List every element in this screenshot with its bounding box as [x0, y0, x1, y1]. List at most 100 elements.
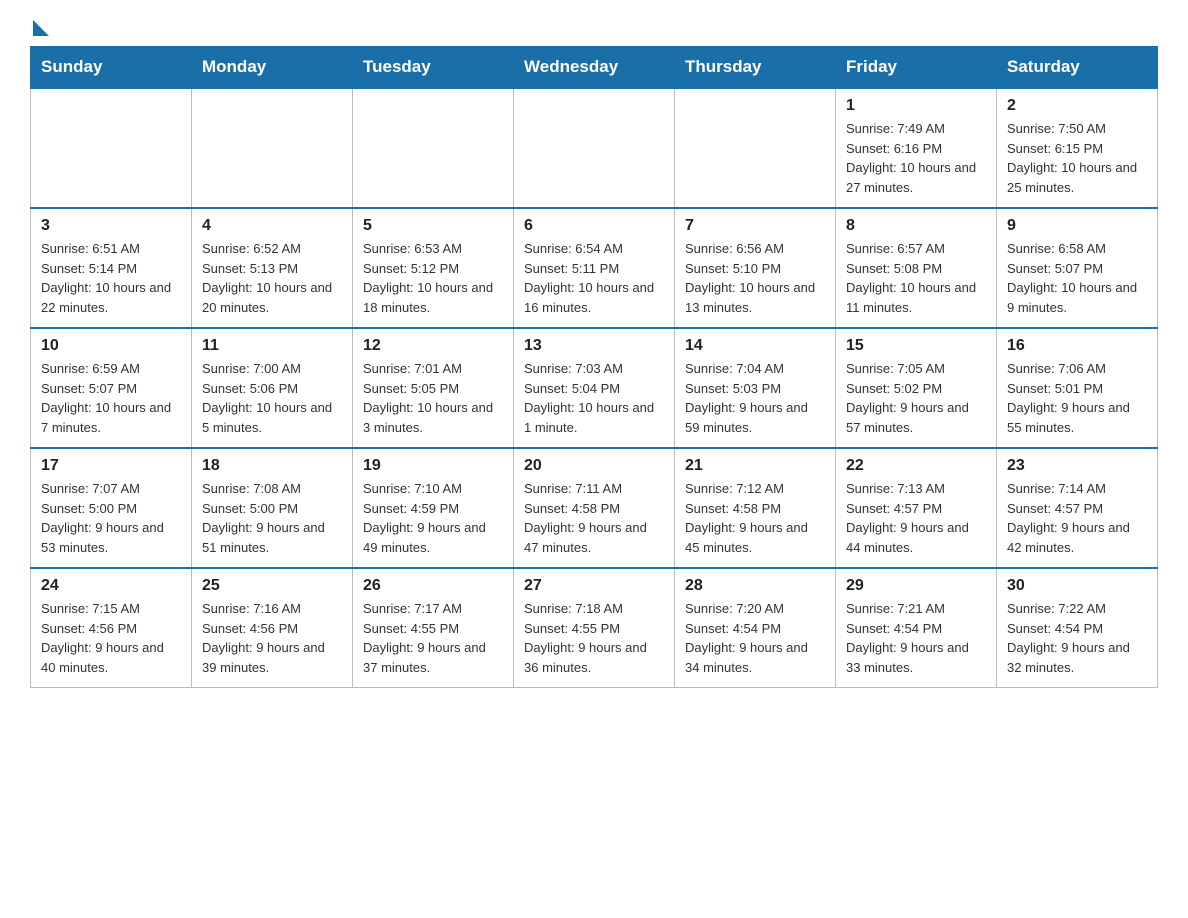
day-number: 19	[363, 457, 503, 475]
day-info: Sunrise: 6:51 AMSunset: 5:14 PMDaylight:…	[41, 239, 181, 317]
calendar-cell: 16Sunrise: 7:06 AMSunset: 5:01 PMDayligh…	[997, 328, 1158, 448]
calendar-cell: 8 Sunrise: 6:57 AMSunset: 5:08 PMDaylight…	[836, 208, 997, 328]
day-info: Sunrise: 7:03 AMSunset: 5:04 PMDaylight:…	[524, 359, 664, 437]
day-number: 3	[41, 217, 181, 235]
calendar-header-friday: Friday	[836, 47, 997, 89]
day-info: Sunrise: 7:15 AMSunset: 4:56 PMDaylight:…	[41, 599, 181, 677]
calendar-cell: 2 Sunrise: 7:50 AMSunset: 6:15 PMDaylight…	[997, 88, 1158, 208]
week-row-2: 3 Sunrise: 6:51 AMSunset: 5:14 PMDaylight…	[31, 208, 1158, 328]
day-number: 2	[1007, 97, 1147, 115]
day-number: 7	[685, 217, 825, 235]
calendar-cell: 15 Sunrise: 7:05 AMSunset: 5:02 PMDayligh…	[836, 328, 997, 448]
calendar-cell: 18Sunrise: 7:08 AMSunset: 5:00 PMDayligh…	[192, 448, 353, 568]
day-info: Sunrise: 7:13 AMSunset: 4:57 PMDaylight:…	[846, 479, 986, 557]
calendar-header-thursday: Thursday	[675, 47, 836, 89]
calendar-table: SundayMondayTuesdayWednesdayThursdayFrid…	[30, 46, 1158, 688]
calendar-cell: 9 Sunrise: 6:58 AMSunset: 5:07 PMDaylight…	[997, 208, 1158, 328]
day-info: Sunrise: 7:11 AMSunset: 4:58 PMDaylight:…	[524, 479, 664, 557]
calendar-cell: 7 Sunrise: 6:56 AMSunset: 5:10 PMDaylight…	[675, 208, 836, 328]
day-number: 14	[685, 337, 825, 355]
day-number: 27	[524, 577, 664, 595]
calendar-cell: 17 Sunrise: 7:07 AMSunset: 5:00 PMDayligh…	[31, 448, 192, 568]
calendar-header-sunday: Sunday	[31, 47, 192, 89]
calendar-cell: 22 Sunrise: 7:13 AMSunset: 4:57 PMDayligh…	[836, 448, 997, 568]
day-info: Sunrise: 7:08 AMSunset: 5:00 PMDaylight:…	[202, 479, 342, 557]
day-info: Sunrise: 7:17 AMSunset: 4:55 PMDaylight:…	[363, 599, 503, 677]
day-info: Sunrise: 7:50 AMSunset: 6:15 PMDaylight:…	[1007, 119, 1147, 197]
day-info: Sunrise: 6:54 AMSunset: 5:11 PMDaylight:…	[524, 239, 664, 317]
week-row-4: 17 Sunrise: 7:07 AMSunset: 5:00 PMDayligh…	[31, 448, 1158, 568]
logo-arrow-icon	[33, 20, 49, 36]
calendar-cell: 6Sunrise: 6:54 AMSunset: 5:11 PMDaylight…	[514, 208, 675, 328]
day-number: 26	[363, 577, 503, 595]
day-info: Sunrise: 7:07 AMSunset: 5:00 PMDaylight:…	[41, 479, 181, 557]
day-number: 10	[41, 337, 181, 355]
week-row-5: 24 Sunrise: 7:15 AMSunset: 4:56 PMDayligh…	[31, 568, 1158, 688]
calendar-cell: 26 Sunrise: 7:17 AMSunset: 4:55 PMDayligh…	[353, 568, 514, 688]
day-info: Sunrise: 6:58 AMSunset: 5:07 PMDaylight:…	[1007, 239, 1147, 317]
logo	[30, 20, 49, 28]
day-number: 15	[846, 337, 986, 355]
day-info: Sunrise: 7:00 AMSunset: 5:06 PMDaylight:…	[202, 359, 342, 437]
day-info: Sunrise: 6:53 AMSunset: 5:12 PMDaylight:…	[363, 239, 503, 317]
day-info: Sunrise: 7:12 AMSunset: 4:58 PMDaylight:…	[685, 479, 825, 557]
day-number: 5	[363, 217, 503, 235]
calendar-cell: 20 Sunrise: 7:11 AMSunset: 4:58 PMDayligh…	[514, 448, 675, 568]
day-info: Sunrise: 7:05 AMSunset: 5:02 PMDaylight:…	[846, 359, 986, 437]
day-info: Sunrise: 7:10 AMSunset: 4:59 PMDaylight:…	[363, 479, 503, 557]
day-number: 21	[685, 457, 825, 475]
calendar-cell	[675, 88, 836, 208]
calendar-cell	[514, 88, 675, 208]
calendar-cell: 12Sunrise: 7:01 AMSunset: 5:05 PMDayligh…	[353, 328, 514, 448]
calendar-cell: 19 Sunrise: 7:10 AMSunset: 4:59 PMDayligh…	[353, 448, 514, 568]
day-info: Sunrise: 7:49 AMSunset: 6:16 PMDaylight:…	[846, 119, 986, 197]
day-info: Sunrise: 7:16 AMSunset: 4:56 PMDaylight:…	[202, 599, 342, 677]
day-number: 25	[202, 577, 342, 595]
calendar-cell: 13 Sunrise: 7:03 AMSunset: 5:04 PMDayligh…	[514, 328, 675, 448]
day-info: Sunrise: 7:20 AMSunset: 4:54 PMDaylight:…	[685, 599, 825, 677]
day-number: 20	[524, 457, 664, 475]
day-number: 11	[202, 337, 342, 355]
day-number: 30	[1007, 577, 1147, 595]
calendar-header-tuesday: Tuesday	[353, 47, 514, 89]
day-info: Sunrise: 6:59 AMSunset: 5:07 PMDaylight:…	[41, 359, 181, 437]
calendar-header-monday: Monday	[192, 47, 353, 89]
day-info: Sunrise: 6:56 AMSunset: 5:10 PMDaylight:…	[685, 239, 825, 317]
day-info: Sunrise: 6:52 AMSunset: 5:13 PMDaylight:…	[202, 239, 342, 317]
calendar-cell: 27 Sunrise: 7:18 AMSunset: 4:55 PMDayligh…	[514, 568, 675, 688]
day-number: 24	[41, 577, 181, 595]
day-number: 28	[685, 577, 825, 595]
calendar-cell: 5 Sunrise: 6:53 AMSunset: 5:12 PMDaylight…	[353, 208, 514, 328]
day-info: Sunrise: 7:14 AMSunset: 4:57 PMDaylight:…	[1007, 479, 1147, 557]
calendar-cell	[31, 88, 192, 208]
calendar-cell: 25 Sunrise: 7:16 AMSunset: 4:56 PMDayligh…	[192, 568, 353, 688]
calendar-cell: 1Sunrise: 7:49 AMSunset: 6:16 PMDaylight…	[836, 88, 997, 208]
day-number: 17	[41, 457, 181, 475]
calendar-cell: 24 Sunrise: 7:15 AMSunset: 4:56 PMDayligh…	[31, 568, 192, 688]
day-info: Sunrise: 7:06 AMSunset: 5:01 PMDaylight:…	[1007, 359, 1147, 437]
day-info: Sunrise: 7:01 AMSunset: 5:05 PMDaylight:…	[363, 359, 503, 437]
calendar-cell: 3 Sunrise: 6:51 AMSunset: 5:14 PMDaylight…	[31, 208, 192, 328]
calendar-cell	[192, 88, 353, 208]
calendar-cell: 4Sunrise: 6:52 AMSunset: 5:13 PMDaylight…	[192, 208, 353, 328]
day-number: 9	[1007, 217, 1147, 235]
calendar-cell: 10 Sunrise: 6:59 AMSunset: 5:07 PMDayligh…	[31, 328, 192, 448]
day-info: Sunrise: 6:57 AMSunset: 5:08 PMDaylight:…	[846, 239, 986, 317]
day-number: 13	[524, 337, 664, 355]
calendar-header-wednesday: Wednesday	[514, 47, 675, 89]
page-header	[30, 20, 1158, 28]
day-info: Sunrise: 7:18 AMSunset: 4:55 PMDaylight:…	[524, 599, 664, 677]
calendar-header-row: SundayMondayTuesdayWednesdayThursdayFrid…	[31, 47, 1158, 89]
calendar-cell: 11 Sunrise: 7:00 AMSunset: 5:06 PMDayligh…	[192, 328, 353, 448]
day-info: Sunrise: 7:04 AMSunset: 5:03 PMDaylight:…	[685, 359, 825, 437]
day-number: 23	[1007, 457, 1147, 475]
calendar-cell	[353, 88, 514, 208]
day-number: 22	[846, 457, 986, 475]
calendar-cell: 30 Sunrise: 7:22 AMSunset: 4:54 PMDayligh…	[997, 568, 1158, 688]
day-number: 8	[846, 217, 986, 235]
calendar-cell: 23 Sunrise: 7:14 AMSunset: 4:57 PMDayligh…	[997, 448, 1158, 568]
day-info: Sunrise: 7:22 AMSunset: 4:54 PMDaylight:…	[1007, 599, 1147, 677]
day-info: Sunrise: 7:21 AMSunset: 4:54 PMDaylight:…	[846, 599, 986, 677]
calendar-header-saturday: Saturday	[997, 47, 1158, 89]
calendar-cell: 14 Sunrise: 7:04 AMSunset: 5:03 PMDayligh…	[675, 328, 836, 448]
